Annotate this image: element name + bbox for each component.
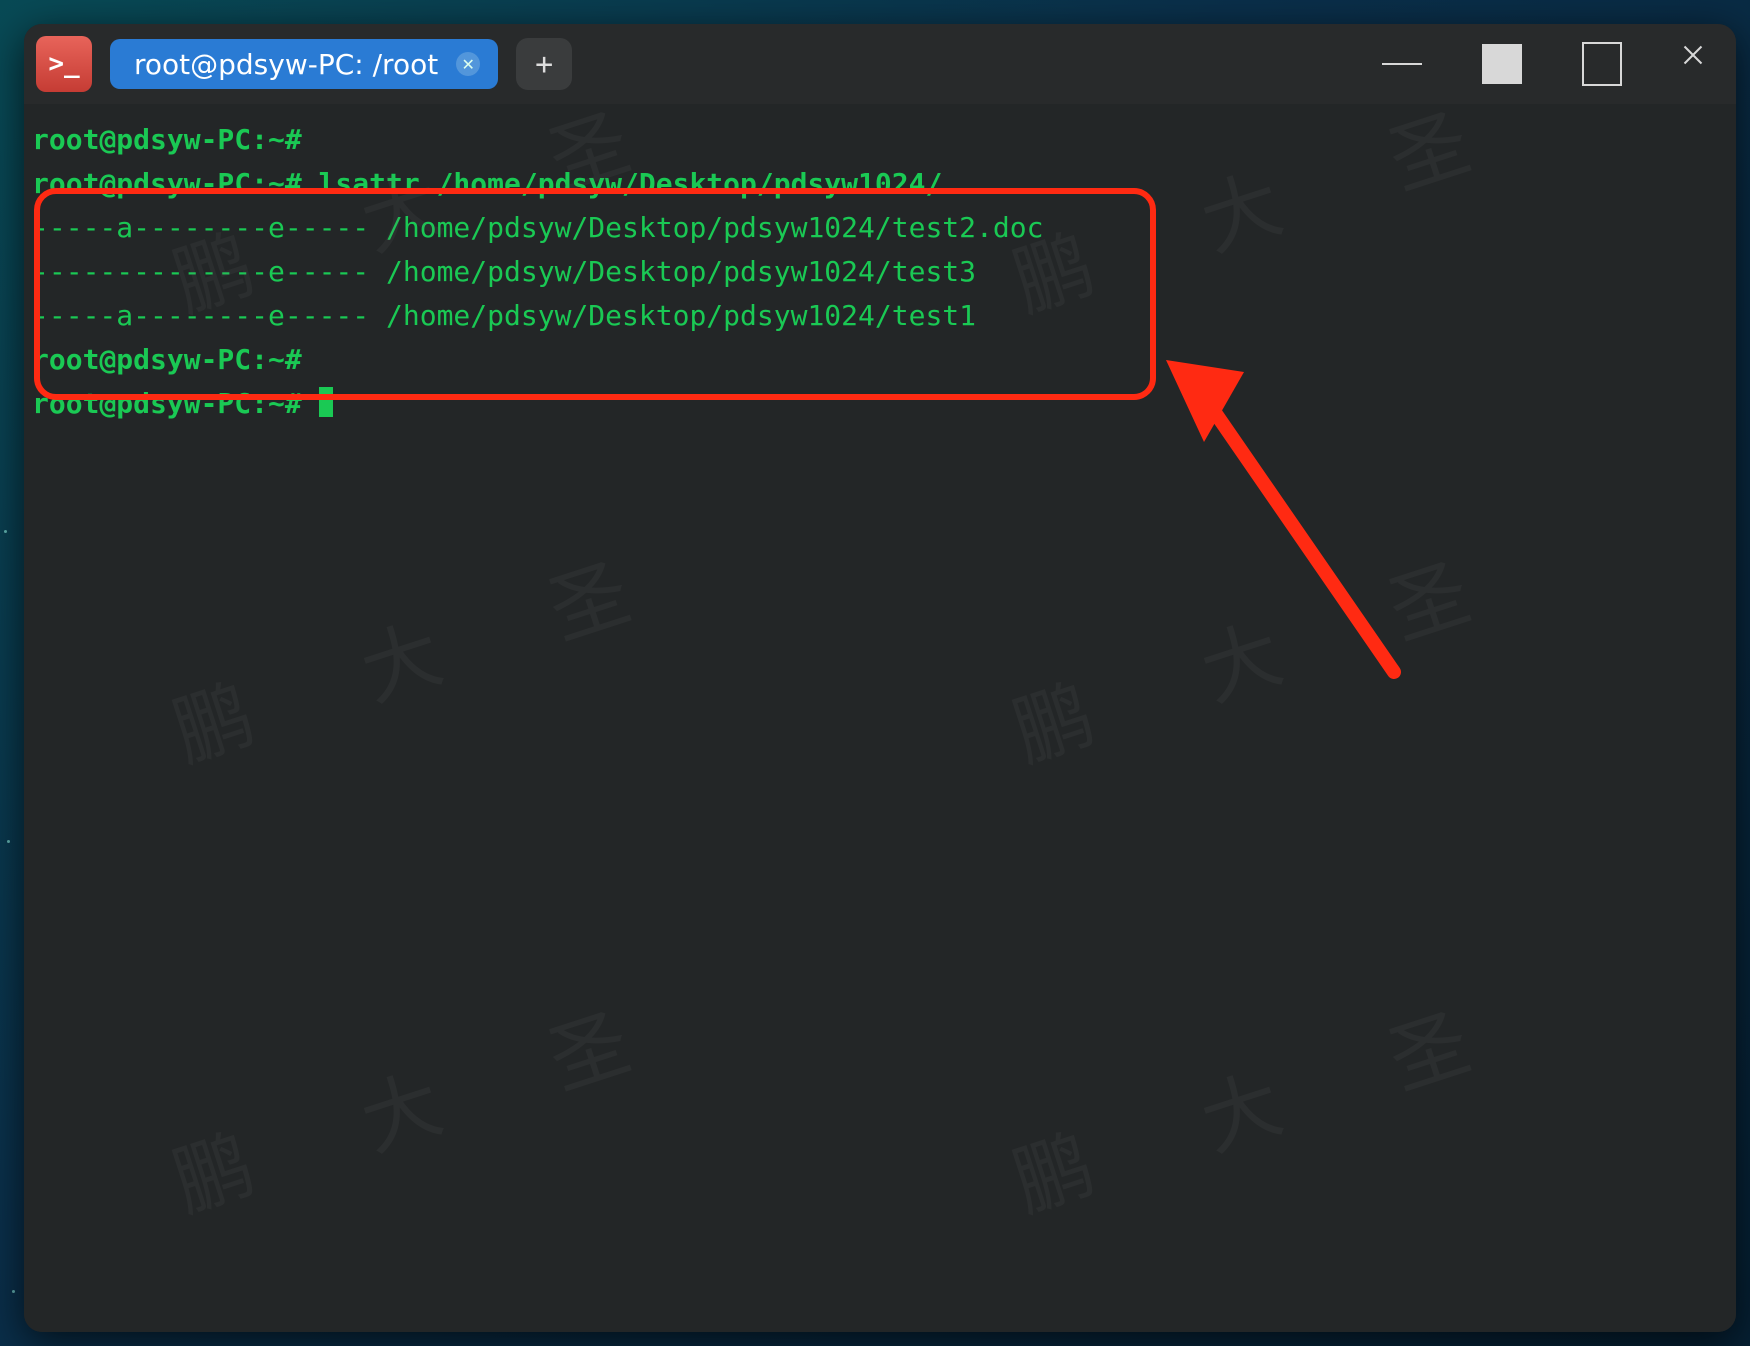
tab-close-button[interactable]: ✕ — [456, 52, 480, 76]
hamburger-menu-icon[interactable] — [1382, 44, 1422, 84]
watermark: 鹏 大 圣 — [170, 1004, 681, 1207]
terminal-window: >_ root@pdsyw-PC: /root ✕ + root@pdsyw-P… — [24, 24, 1736, 1332]
new-tab-button[interactable]: + — [516, 38, 572, 90]
maximize-button[interactable] — [1582, 44, 1622, 84]
minimize-button[interactable] — [1482, 44, 1522, 84]
prompt-line: root@pdsyw-PC:~# — [32, 343, 302, 376]
prompt-line: root@pdsyw-PC:~# — [32, 123, 302, 156]
watermark: 鹏 大 圣 — [1010, 104, 1521, 307]
titlebar: >_ root@pdsyw-PC: /root ✕ + — [24, 24, 1736, 104]
terminal-app-icon: >_ — [36, 36, 92, 92]
lsattr-output-line: --------------e----- /home/pdsyw/Desktop… — [32, 255, 976, 288]
watermark: 鹏 大 圣 — [170, 554, 681, 757]
prompt-line: root@pdsyw-PC:~# lsattr /home/pdsyw/Desk… — [32, 167, 942, 200]
lsattr-output-line: -----a--------e----- /home/pdsyw/Desktop… — [32, 211, 1043, 244]
terminal-body[interactable]: root@pdsyw-PC:~# root@pdsyw-PC:~# lsattr… — [24, 104, 1736, 1332]
prompt-line: root@pdsyw-PC:~# — [32, 387, 319, 420]
watermark: 鹏 大 圣 — [1010, 1004, 1521, 1207]
close-button[interactable] — [1682, 44, 1722, 84]
watermark: 鹏 大 圣 — [1010, 554, 1521, 757]
tab-title: root@pdsyw-PC: /root — [134, 48, 438, 81]
tab-active[interactable]: root@pdsyw-PC: /root ✕ — [110, 39, 498, 89]
lsattr-output-line: -----a--------e----- /home/pdsyw/Desktop… — [32, 299, 976, 332]
cursor — [319, 387, 333, 417]
